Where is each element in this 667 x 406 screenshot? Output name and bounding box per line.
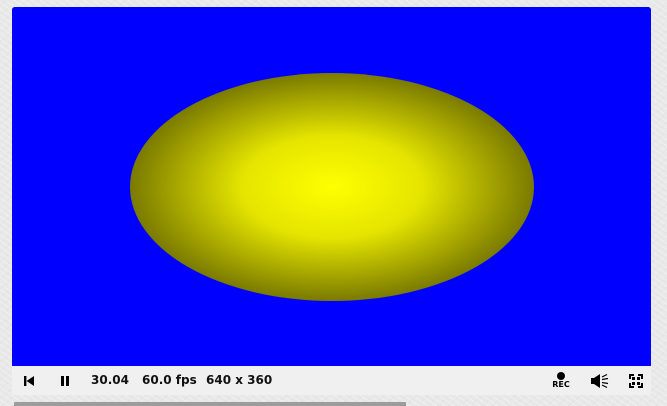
yellow-ellipse (130, 73, 534, 301)
time-display: 30.04 (91, 373, 129, 387)
pause-icon (61, 375, 69, 386)
record-label: REC (552, 380, 570, 389)
fullscreen-icon (629, 373, 643, 388)
shader-canvas[interactable] (12, 7, 651, 366)
rewind-button[interactable] (20, 366, 38, 395)
canvas-svg (12, 7, 651, 366)
record-button[interactable]: REC (548, 366, 574, 395)
page-scrollbar[interactable] (14, 402, 406, 406)
fps-display: 60.0 fps (142, 373, 197, 387)
fullscreen-button[interactable] (626, 366, 646, 395)
video-player: 30.04 60.0 fps 640 x 360 REC (12, 7, 651, 395)
resolution-display: 640 x 360 (206, 373, 273, 387)
skip-to-start-icon (24, 375, 34, 386)
speaker-volume-icon (591, 373, 609, 388)
record-dot-icon (557, 372, 565, 380)
pause-button[interactable] (56, 366, 74, 395)
volume-button[interactable] (588, 366, 612, 395)
control-bar: 30.04 60.0 fps 640 x 360 REC (12, 366, 651, 395)
